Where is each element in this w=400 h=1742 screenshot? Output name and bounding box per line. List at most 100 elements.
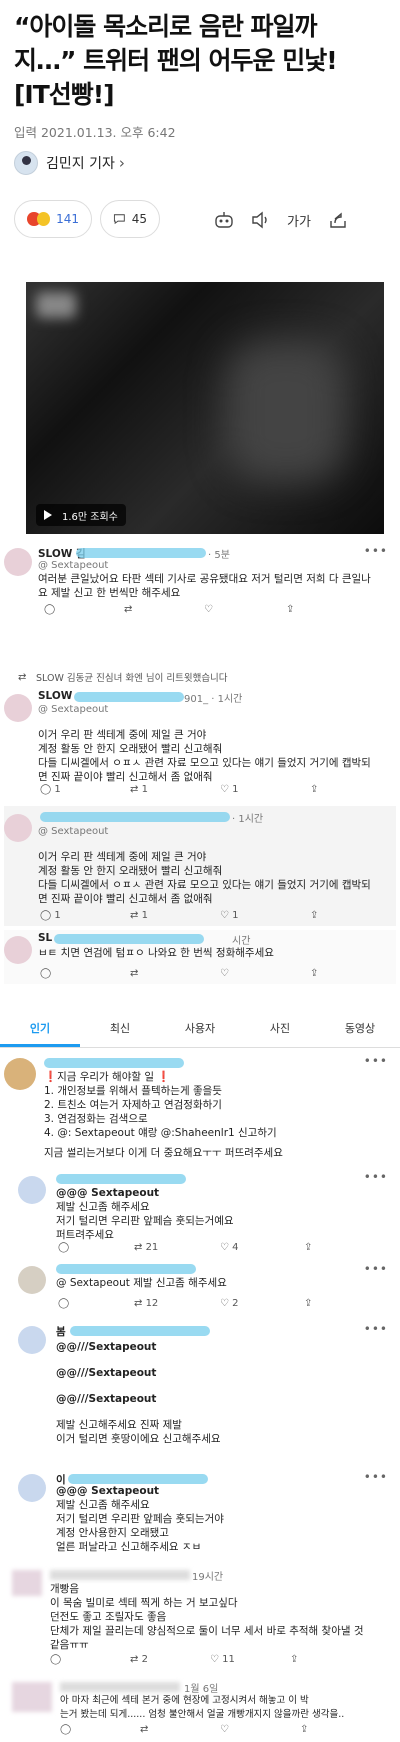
censor-mark [40, 812, 230, 822]
reply-icon[interactable]: ◯ [50, 1654, 61, 1665]
tab-videos[interactable]: 동영상 [320, 1012, 400, 1047]
retweet-icon[interactable]: ⇄ 1 [130, 910, 148, 921]
like-icon[interactable]: ♡ [220, 1724, 229, 1735]
chevron-right-icon: › [118, 154, 125, 172]
retweet-count: 2 [141, 1654, 148, 1665]
avatar [4, 694, 32, 722]
retweet-note-text: SLOW 김동균 진심녀 화엔 님이 리트윗했습니다 [36, 673, 228, 684]
more-options-icon[interactable]: ••• [364, 1170, 388, 1184]
share-icon[interactable] [326, 208, 350, 232]
tweet-text-line: 다들 디씨겔에서 ㅇㅍㅅ 관련 자료 모으고 있다는 얘기 들었지 거기에 캡박… [38, 879, 371, 891]
search-result-tweet[interactable]: 이 ••• @@@ Sextapeout 제발 신고좀 해주세요 저기 털리면 … [4, 1470, 396, 1560]
reply-icon[interactable]: ◯ [58, 1242, 69, 1253]
tweet-time: 19시간 [192, 1572, 224, 1583]
share-icon[interactable]: ⇪ [304, 1242, 312, 1253]
robot-reader-icon[interactable] [212, 208, 236, 232]
tab-top[interactable]: 인기 [0, 1012, 80, 1047]
reply-count: 1 [54, 910, 61, 921]
comment-bubble-icon [113, 214, 125, 225]
search-result-tweet[interactable]: 1월 6일 아 마자 최근에 섹테 본거 중에 현장에 고정시켜서 해놓고 이 … [4, 1680, 396, 1740]
reply-icon[interactable]: ◯ [58, 1298, 69, 1309]
tweet-text-line: 면 진짜 끝이야 빨리 신고해서 좀 없애줘 [38, 893, 213, 905]
like-icon[interactable]: ♡ 11 [210, 1654, 235, 1665]
share-icon[interactable]: ⇪ [310, 910, 318, 921]
video-view-counter[interactable]: 1.6만 조회수 [36, 504, 126, 526]
share-icon[interactable]: ⇪ [304, 1298, 312, 1309]
reply-count: 1 [54, 784, 61, 795]
retweet-icon[interactable]: ⇄ 21 [134, 1242, 158, 1253]
like-icon[interactable]: ♡ 4 [220, 1242, 239, 1253]
tweet-text-line: 이거 털리면 훗땅이에요 신고해주세요 [56, 1433, 221, 1445]
tweet-actions: ◯ ⇄ ♡ ⇪ [4, 604, 396, 620]
search-result-tweet[interactable]: ••• ❗지금 우리가 해야할 일 ❗ 1. 개인정보를 위해서 플텍하는게 좋… [4, 1054, 396, 1164]
like-icon[interactable]: ♡ [220, 968, 229, 979]
reply-to-handle[interactable]: @@///Sextapeout [56, 1340, 156, 1354]
share-icon[interactable]: ⇪ [286, 604, 294, 615]
tab-people[interactable]: 사용자 [160, 1012, 240, 1047]
tweet-card[interactable]: SLOW 901_ · 1시간 @ Sextapeout 이거 우리 판 섹테계… [4, 688, 396, 796]
reporter-byline[interactable]: 김민지 기자 › [14, 150, 125, 176]
avatar [4, 814, 32, 842]
reply-icon[interactable]: ◯ [60, 1724, 71, 1735]
retweet-icon[interactable]: ⇄ [124, 604, 132, 615]
more-options-icon[interactable]: ••• [364, 1470, 388, 1484]
search-result-tweet[interactable]: ••• @ Sextapeout 제발 신고좀 해주세요 ◯ ⇄ 12 ♡ 2 … [4, 1262, 396, 1318]
tweet-text-line: 얼른 퍼날라고 신고해주세요 ㅈㅂ [56, 1541, 202, 1553]
like-count: 4 [232, 1242, 239, 1253]
tweet-card[interactable]: SL 시간 ㅂㅌ 치면 연검에 텀ㅍㅇ 나와요 한 번씩 정화해주세요 ◯ ⇄ … [4, 930, 396, 984]
more-options-icon[interactable]: ••• [364, 1262, 388, 1276]
like-count: 1 [232, 784, 239, 795]
retweet-note: ⇄ SLOW 김동균 진심녀 화엔 님이 리트윗했습니다 [4, 672, 396, 686]
reply-icon[interactable]: ◯ [44, 604, 55, 615]
search-result-tweet[interactable]: 19시간 개빵음 이 목숨 빌미로 섹테 찍게 하는 거 보고싶다 던전도 좋고… [4, 1568, 396, 1668]
retweet-icon[interactable]: ⇄ [130, 968, 138, 979]
more-options-icon[interactable]: ••• [364, 544, 388, 558]
like-icon[interactable]: ♡ 1 [220, 910, 239, 921]
article-video-thumbnail[interactable]: 1.6만 조회수 [26, 282, 384, 534]
tweet-card[interactable]: · 1시간 @ Sextapeout 이거 우리 판 섹테계 중에 제일 큰 거… [4, 806, 396, 926]
retweet-icon[interactable]: ⇄ 1 [130, 784, 148, 795]
video-view-count: 1.6만 조회수 [62, 511, 118, 523]
censor-mark [70, 1326, 210, 1336]
search-result-tweet[interactable]: 봄 ••• @@///Sextapeout @@///Sextapeout @@… [4, 1322, 396, 1458]
reply-to-handle[interactable]: @@///Sextapeout [56, 1366, 156, 1380]
retweet-icon[interactable]: ⇄ 12 [134, 1298, 158, 1309]
reaction-count: 141 [56, 212, 79, 226]
reply-icon[interactable]: ◯ 1 [40, 910, 61, 921]
font-size-button[interactable]: 가가 [284, 208, 314, 232]
avatar [18, 1474, 46, 1502]
tab-photos[interactable]: 사진 [240, 1012, 320, 1047]
retweet-count: 12 [145, 1298, 159, 1309]
tweet-text-line: 단체가 제일 끌리는데 양심적으로 둘이 너무 세서 바로 추적해 찾아낼 것 [50, 1625, 364, 1637]
retweet-icon[interactable]: ⇄ [140, 1724, 148, 1735]
speaker-icon[interactable] [248, 208, 272, 232]
share-icon[interactable]: ⇪ [300, 1724, 308, 1735]
reply-to-handle[interactable]: @@@ Sextapeout [56, 1484, 159, 1498]
like-icon[interactable]: ♡ [204, 604, 213, 615]
share-icon[interactable]: ⇪ [290, 1654, 298, 1665]
like-icon[interactable]: ♡ 1 [220, 784, 239, 795]
like-icon[interactable]: ♡ 2 [220, 1298, 239, 1309]
search-result-tweet[interactable]: ••• @@@ Sextapeout 제발 신고좀 해주세요 저기 털리면 우리… [4, 1170, 396, 1256]
avatar [4, 548, 32, 576]
reply-icon[interactable]: ◯ 1 [40, 784, 61, 795]
tweet-time: 시간 [232, 936, 251, 947]
retweet-icon[interactable]: ⇄ 2 [130, 1654, 148, 1665]
share-icon[interactable]: ⇪ [310, 784, 318, 795]
more-options-icon[interactable]: ••• [364, 1054, 388, 1068]
headline-line: 지…” 트위터 팬의 어두운 민낯! [14, 46, 338, 75]
tweet-text-line: 1. 개인정보를 위해서 플텍하는게 좋을듯 [44, 1085, 222, 1097]
retweet-count: 1 [141, 910, 148, 921]
reply-to-handle[interactable]: @@///Sextapeout [56, 1392, 156, 1406]
tab-latest[interactable]: 최신 [80, 1012, 160, 1047]
reply-icon[interactable]: ◯ [40, 968, 51, 979]
blurred-avatar [12, 1570, 42, 1596]
more-options-icon[interactable]: ••• [364, 1322, 388, 1336]
avatar [18, 1266, 46, 1294]
comment-button[interactable]: 45 [100, 200, 160, 238]
reporter-avatar [14, 151, 38, 175]
reply-to-handle[interactable]: @@@ Sextapeout [56, 1186, 159, 1200]
comment-count: 45 [131, 212, 147, 226]
share-icon[interactable]: ⇪ [310, 968, 318, 979]
reaction-button[interactable]: 141 [14, 200, 92, 238]
